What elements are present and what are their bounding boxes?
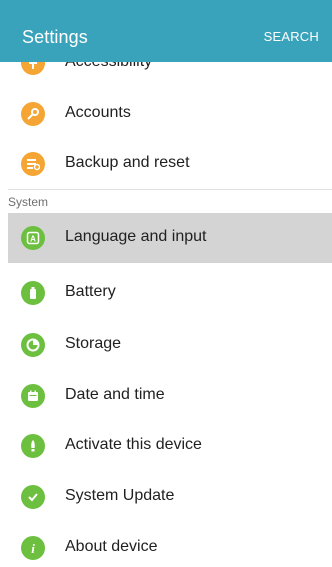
settings-item-label: Activate this device [65, 436, 202, 453]
settings-item-date-time[interactable]: Date and time [8, 371, 332, 421]
settings-item-activate-device[interactable]: Activate this device [8, 421, 332, 471]
battery-icon [21, 281, 45, 305]
app-bar: Settings SEARCH [0, 0, 332, 62]
settings-item-label: Language and input [65, 228, 207, 245]
section-header-system: System [8, 189, 332, 213]
settings-item-label: About device [65, 538, 158, 555]
settings-item-label: Accounts [65, 104, 131, 121]
search-button[interactable]: SEARCH [264, 29, 319, 44]
settings-item-battery[interactable]: Battery [8, 268, 332, 318]
settings-item-label: Battery [65, 283, 116, 300]
settings-item-language-input[interactable]: A Language and input [8, 213, 332, 263]
settings-item-about-device[interactable]: i About device [8, 523, 332, 567]
svg-text:i: i [31, 541, 35, 555]
settings-item-accounts[interactable]: Accounts [8, 89, 332, 139]
settings-item-system-update[interactable]: System Update [8, 472, 332, 522]
calendar-icon [21, 384, 45, 408]
info-icon: i [21, 536, 45, 560]
key-icon [21, 102, 45, 126]
page-title: Settings [22, 27, 88, 47]
activate-device-icon [21, 434, 45, 458]
svg-text:A: A [30, 235, 36, 244]
section-header-label: System [8, 195, 49, 209]
settings-item-label: Storage [65, 335, 122, 352]
settings-item-backup-reset[interactable]: Backup and reset [8, 139, 332, 189]
settings-item-label: Backup and reset [65, 154, 190, 171]
storage-icon [21, 333, 45, 357]
settings-screen: Accessibility Accounts Backup and reset … [0, 0, 332, 567]
settings-item-storage[interactable]: Storage [8, 320, 332, 370]
system-update-icon [21, 485, 45, 509]
settings-list[interactable]: Accessibility Accounts Backup and reset … [0, 0, 332, 567]
settings-item-label: System Update [65, 487, 175, 504]
settings-item-label: Date and time [65, 386, 165, 403]
language-icon: A [21, 226, 45, 250]
backup-reset-icon [21, 152, 45, 176]
